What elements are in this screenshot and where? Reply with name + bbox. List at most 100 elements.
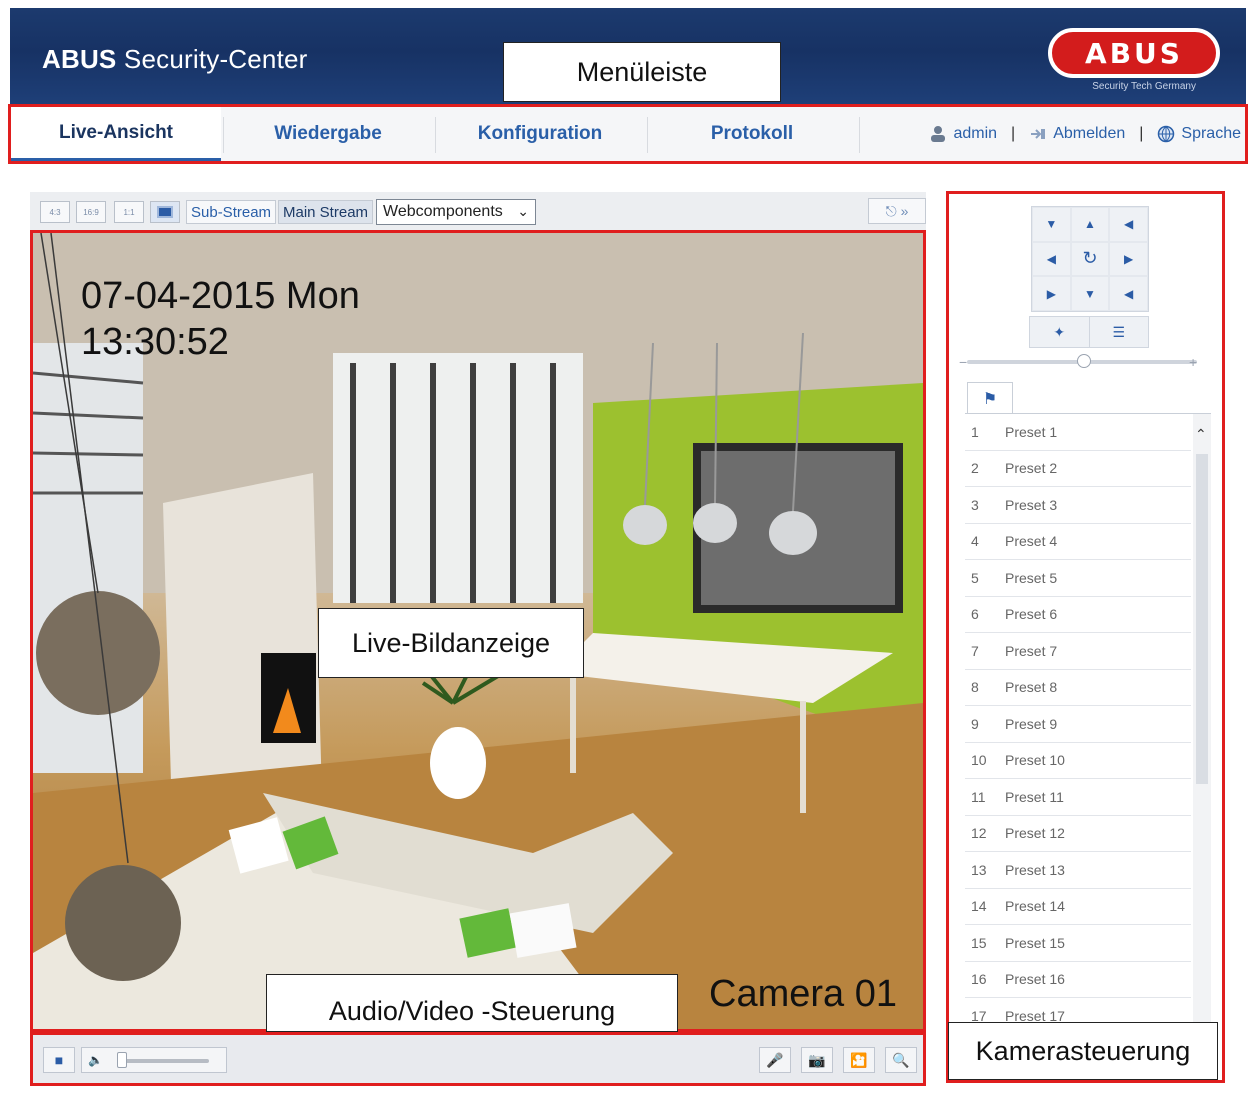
osd-camera-name: Camera 01 xyxy=(709,973,897,1015)
sub-stream-button[interactable]: Sub-Stream xyxy=(186,200,277,224)
preset-row[interactable]: 3 Preset 3 xyxy=(965,487,1191,524)
stop-icon: ■ xyxy=(54,1052,64,1068)
preset-number: 10 xyxy=(971,752,987,769)
ptz-down-right-button[interactable]: ◀ xyxy=(1109,276,1148,311)
preset-row[interactable]: 11 Preset 11 xyxy=(965,779,1191,816)
osd-time: 13:30:52 xyxy=(81,321,229,363)
preset-scrollbar[interactable]: ⌃ xyxy=(1193,414,1211,1025)
preset-row[interactable]: 4 Preset 4 xyxy=(965,524,1191,560)
preset-number: 8 xyxy=(971,679,979,696)
callout-camera-control: Kamerasteuerung xyxy=(948,1022,1218,1080)
zoom-icon: 🔍 xyxy=(892,1051,910,1068)
menu-bar: Live-Ansicht Wiedergabe Konfiguration Pr… xyxy=(8,104,1248,164)
tab-playback[interactable]: Wiedergabe xyxy=(223,107,433,161)
preset-row[interactable]: 17 Preset 17 xyxy=(965,998,1191,1025)
language-link[interactable]: Sprache xyxy=(1181,125,1241,143)
preset-row[interactable]: 2 Preset 2 xyxy=(965,451,1191,487)
preset-row[interactable]: 15 Preset 15 xyxy=(965,925,1191,962)
snapshot-button[interactable]: 📷 xyxy=(801,1047,833,1073)
preset-name: Preset 10 xyxy=(1005,752,1065,769)
preset-row[interactable]: 8 Preset 8 xyxy=(965,670,1191,706)
callout-av-control: Audio/Video -Steuerung xyxy=(266,974,678,1032)
ratio-4-3-button[interactable]: 4:3 xyxy=(40,201,70,223)
record-icon: 🎦 xyxy=(850,1051,868,1068)
flag-icon: ⚑ xyxy=(982,390,998,408)
osd-timestamp: 07-04-2015 Mon 13:30:52 xyxy=(81,273,360,365)
light-button[interactable]: ✦ xyxy=(1030,317,1090,347)
plugin-select[interactable]: Webcomponents ⌄ xyxy=(376,199,536,225)
audio-video-controls: ■ 🔈 🎤 📷 🎦 🔍 xyxy=(30,1032,926,1086)
ptz-speed-knob[interactable] xyxy=(1077,354,1091,368)
preset-number: 1 xyxy=(971,423,979,440)
logout-icon xyxy=(1031,129,1046,139)
fit-window-button[interactable] xyxy=(150,201,180,223)
ptz-down-button[interactable]: ▼ xyxy=(1070,276,1110,311)
record-button[interactable]: 🎦 xyxy=(843,1047,875,1073)
preset-number: 12 xyxy=(971,825,987,842)
live-toolbar: 4:3 16:9 1:1 Sub-Stream Main Stream Webc… xyxy=(30,192,926,230)
logo-text: ABUS xyxy=(1085,36,1183,70)
plugin-select-value: Webcomponents xyxy=(383,203,503,220)
chevron-up-icon[interactable]: ⌃ xyxy=(1195,426,1207,443)
ptz-right-button[interactable]: ▶ xyxy=(1109,241,1148,277)
ptz-auto-button[interactable]: ↻ xyxy=(1070,241,1110,277)
preset-number: 11 xyxy=(971,788,986,805)
preset-name: Preset 14 xyxy=(1005,898,1065,915)
tab-log[interactable]: Protokoll xyxy=(647,107,857,161)
ratio-1-1-button[interactable]: 1:1 xyxy=(114,201,144,223)
ratio-16-9-button[interactable]: 16:9 xyxy=(76,201,106,223)
main-stream-button[interactable]: Main Stream xyxy=(278,200,374,224)
preset-name: Preset 16 xyxy=(1005,971,1065,988)
fit-window-icon xyxy=(157,206,173,218)
preset-number: 14 xyxy=(971,898,987,915)
tab-live-view[interactable]: Live-Ansicht xyxy=(11,107,221,161)
mute-icon[interactable]: 🔈 xyxy=(88,1053,103,1067)
camera-control-panel: ▼ ▲ ◀ ◀ ↻ ▶ ▶ ▼ ◀ ✦ ☰ − + ⚑ 1 Preset 1 2 P… xyxy=(946,191,1225,1083)
volume-slider-knob[interactable] xyxy=(117,1052,127,1068)
brand-rest: Security-Center xyxy=(123,44,308,74)
preset-row[interactable]: 14 Preset 14 xyxy=(965,889,1191,925)
preset-name: Preset 4 xyxy=(1005,533,1058,550)
speed-plus-icon[interactable]: + xyxy=(1189,354,1197,370)
preset-number: 13 xyxy=(971,861,987,878)
osd-date: 07-04-2015 Mon xyxy=(81,275,360,317)
fullscreen-button[interactable]: ⎋ » xyxy=(868,198,926,224)
ptz-up-button[interactable]: ▲ xyxy=(1070,207,1110,242)
microphone-icon: 🎤 xyxy=(766,1051,784,1068)
preset-name: Preset 6 xyxy=(1005,606,1058,623)
microphone-button[interactable]: 🎤 xyxy=(759,1047,791,1073)
preset-row[interactable]: 9 Preset 9 xyxy=(965,706,1191,743)
preset-name: Preset 8 xyxy=(1005,679,1058,696)
preset-number: 4 xyxy=(971,533,979,550)
scrollbar-thumb[interactable] xyxy=(1196,454,1208,784)
preset-number: 9 xyxy=(971,715,979,732)
volume-slider-track[interactable] xyxy=(123,1059,209,1063)
digital-zoom-button[interactable]: 🔍 xyxy=(885,1047,917,1073)
logout-link[interactable]: Abmelden xyxy=(1053,125,1125,143)
globe-icon xyxy=(1158,125,1175,143)
ptz-up-right-button[interactable]: ◀ xyxy=(1109,207,1148,242)
preset-name: Preset 3 xyxy=(1005,496,1058,513)
ptz-left-button[interactable]: ◀ xyxy=(1032,241,1071,277)
tab-presets[interactable]: ⚑ xyxy=(967,382,1013,414)
abus-logo: ABUS xyxy=(1048,28,1220,78)
preset-row[interactable]: 5 Preset 5 xyxy=(965,560,1191,597)
brand-bold: ABUS xyxy=(42,44,117,74)
stop-button[interactable]: ■ xyxy=(43,1047,75,1073)
ptz-up-left-button[interactable]: ▼ xyxy=(1032,207,1071,242)
preset-name: Preset 12 xyxy=(1005,825,1065,842)
preset-row[interactable]: 6 Preset 6 xyxy=(965,597,1191,633)
preset-row[interactable]: 12 Preset 12 xyxy=(965,816,1191,852)
username: admin xyxy=(953,125,998,142)
preset-row[interactable]: 10 Preset 10 xyxy=(965,743,1191,779)
expand-icon: ⎋ » xyxy=(885,202,909,219)
preset-row[interactable]: 16 Preset 16 xyxy=(965,962,1191,998)
preset-row[interactable]: 1 Preset 1 xyxy=(965,414,1191,451)
speed-minus-icon[interactable]: − xyxy=(959,354,967,370)
preset-row[interactable]: 7 Preset 7 xyxy=(965,633,1191,670)
preset-row[interactable]: 13 Preset 13 xyxy=(965,852,1191,889)
tab-configuration[interactable]: Konfiguration xyxy=(435,107,645,161)
ptz-down-left-button[interactable]: ▶ xyxy=(1032,276,1071,311)
preset-name: Preset 7 xyxy=(1005,642,1058,659)
wiper-button[interactable]: ☰ xyxy=(1090,317,1149,347)
